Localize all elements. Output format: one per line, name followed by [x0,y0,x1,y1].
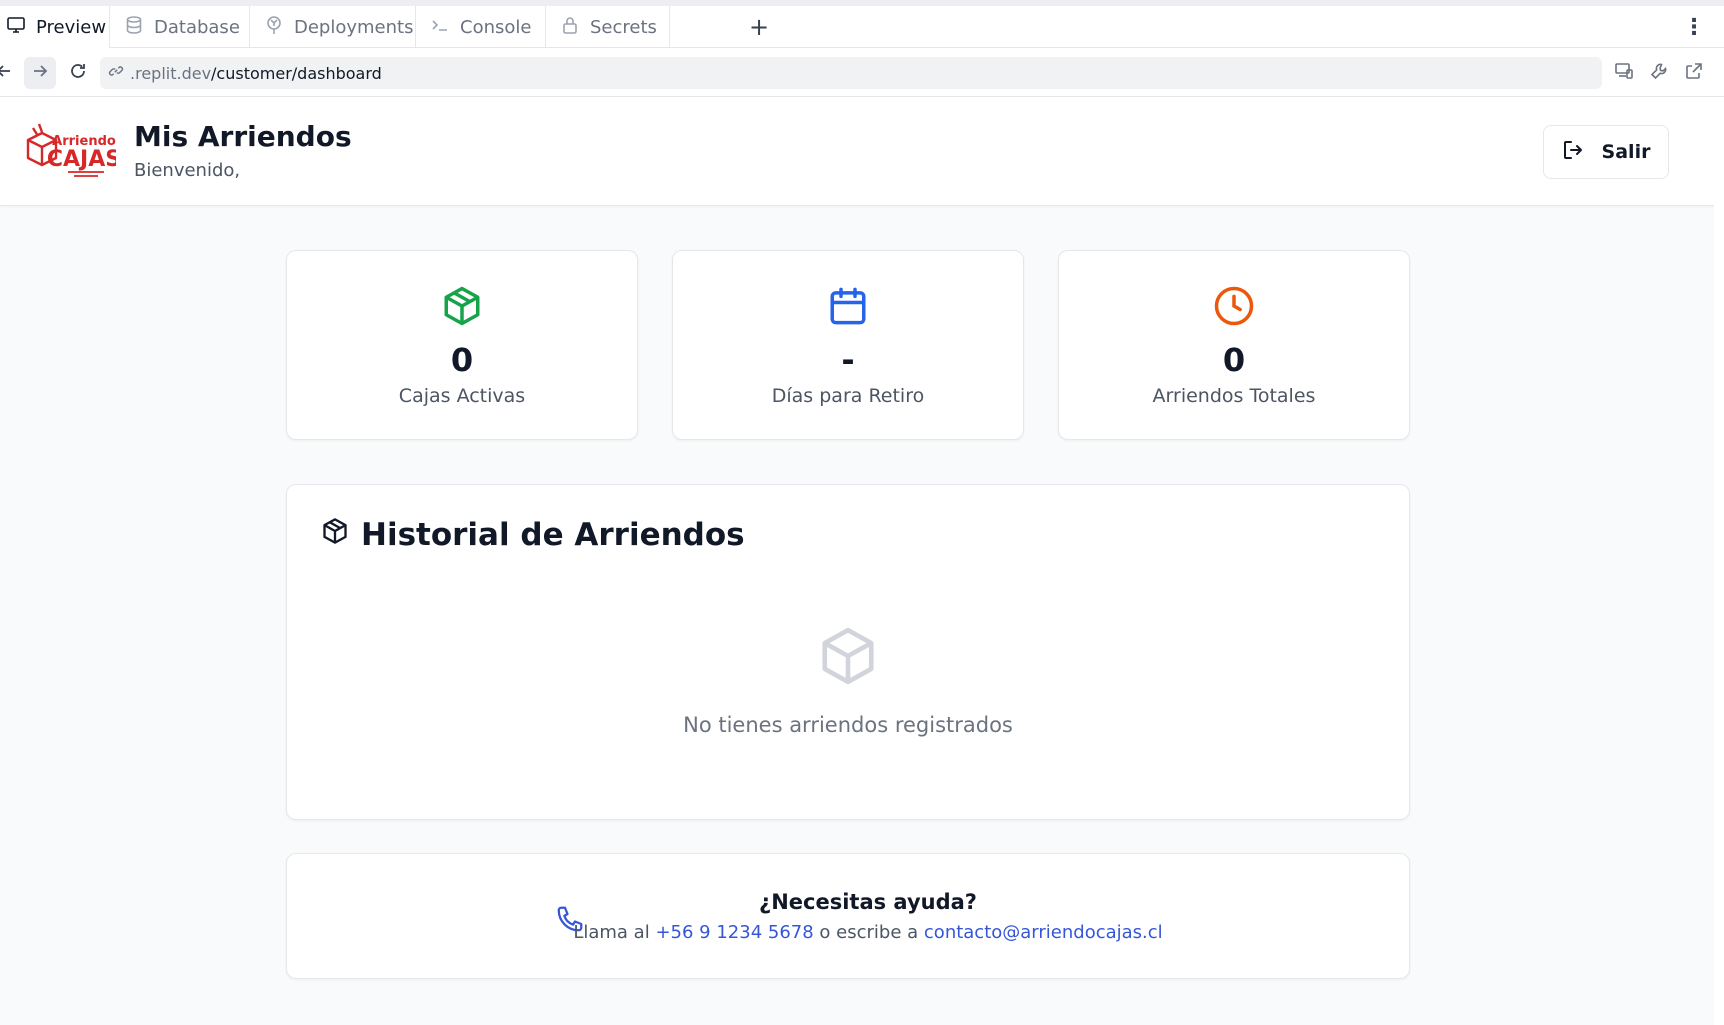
help-contact-line: Llama al +56 9 1234 5678 o escribe a con… [287,922,1409,943]
monitor-icon [6,15,26,40]
logout-label: Salir [1601,141,1651,163]
help-middle: o escribe a [819,922,919,943]
stat-label: Días para Retiro [771,385,925,407]
welcome-text: Bienvenido, [134,160,241,181]
tab-label: Preview [36,16,107,38]
history-title: Historial de Arriendos [321,517,745,553]
tab-secrets[interactable]: Secrets [546,6,670,48]
address-bar: .replit.dev/customer/dashboard [0,49,1724,97]
stat-label: Cajas Activas [398,385,526,407]
phone-link[interactable]: +56 9 1234 5678 [655,922,813,943]
help-prefix: Llama al [573,922,650,943]
open-new-window-button[interactable] [1682,61,1706,85]
tab-label: Deployments [294,16,414,38]
logo-text-bottom: CAJAS [47,147,116,172]
empty-state-text: No tienes arriendos registrados [683,713,1013,737]
stat-label: Arriendos Totales [1152,385,1316,407]
external-link-icon [1684,61,1704,85]
history-title-text: Historial de Arriendos [361,517,745,553]
tab-preview[interactable]: Preview [0,6,110,48]
page-title: Mis Arriendos [134,120,352,153]
arrow-left-icon [0,61,14,85]
forward-button[interactable] [24,57,56,89]
package-icon [321,517,349,553]
stat-value: 0 [450,341,474,379]
app-header: Arriendo CAJAS Mis Arriendos Bienvenido,… [0,98,1714,206]
stat-value: - [841,341,855,379]
empty-package-icon [817,625,879,687]
stat-card-active-boxes: 0 Cajas Activas [286,250,638,440]
stat-card-days-to-pickup: - Días para Retiro [672,250,1024,440]
back-button[interactable] [0,57,20,89]
devices-icon [1614,61,1634,85]
tab-label: Database [154,16,240,38]
link-icon [108,63,124,83]
lock-icon [560,15,580,40]
package-icon [441,285,483,327]
browser-tab-bar: Preview Database Deployments Console Sec… [0,0,1724,48]
wrench-icon [1649,61,1669,85]
database-icon [124,15,144,40]
tab-label: Console [460,16,532,38]
logout-button[interactable]: Salir [1543,125,1669,179]
logout-icon [1562,139,1584,166]
stat-value: 0 [1222,341,1246,379]
clock-icon [1213,285,1255,327]
scrollbar-gutter [1714,98,1724,1025]
tab-console[interactable]: Console [416,6,546,48]
new-tab-button[interactable]: + [746,13,772,41]
more-menu-button[interactable]: ⋮ [1683,14,1705,40]
url-path: /customer/dashboard [211,63,382,83]
devices-button[interactable] [1612,61,1636,85]
url-field[interactable]: .replit.dev/customer/dashboard [100,57,1602,89]
arrow-right-icon [30,61,50,85]
brand-logo[interactable]: Arriendo CAJAS [24,118,121,180]
email-link[interactable]: contacto@arriendocajas.cl [924,922,1163,943]
devtools-button[interactable] [1647,61,1671,85]
tab-label: Secrets [590,16,657,38]
help-card: ¿Necesitas ayuda? Llama al +56 9 1234 56… [286,853,1410,979]
help-title: ¿Necesitas ayuda? [759,890,977,914]
stat-card-total-rentals: 0 Arriendos Totales [1058,250,1410,440]
tab-database[interactable]: Database [110,6,250,48]
calendar-icon [827,285,869,327]
tab-deployments[interactable]: Deployments [250,6,416,48]
reload-icon [68,61,88,85]
reload-button[interactable] [62,57,94,89]
url-host: .replit.dev [130,63,212,83]
deployments-icon [264,15,284,40]
app-viewport: Arriendo CAJAS Mis Arriendos Bienvenido,… [0,98,1714,1025]
terminal-icon [430,15,450,40]
rental-history-card: Historial de Arriendos No tienes arriend… [286,484,1410,820]
